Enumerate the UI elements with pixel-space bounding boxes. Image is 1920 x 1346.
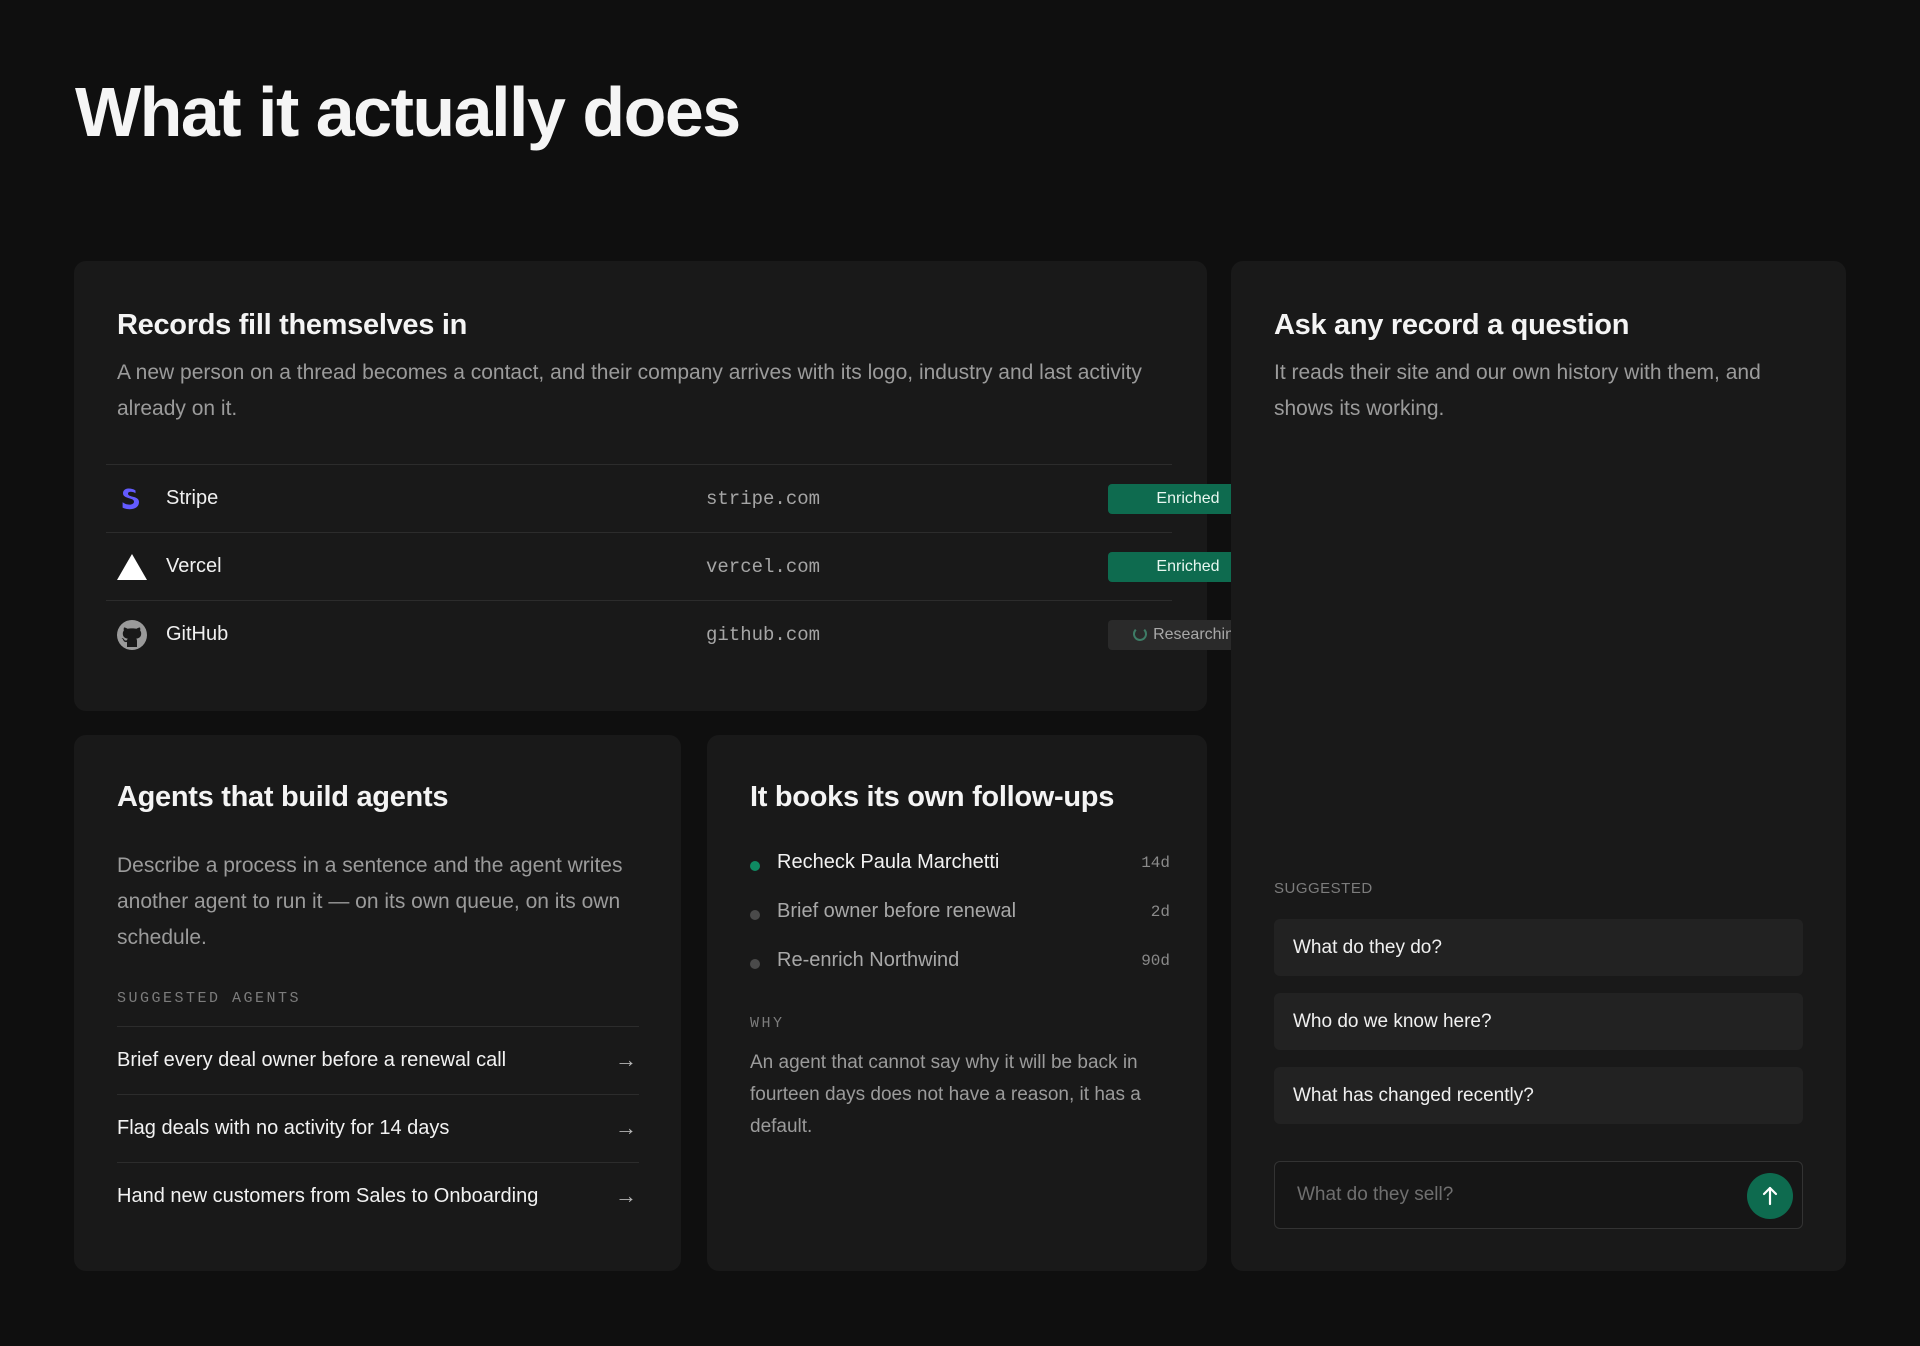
agents-card-title: Agents that build agents (117, 781, 449, 813)
record-row-github[interactable]: GitHub github.com Researching (106, 600, 1268, 668)
records-table: Stripe stripe.com Enriched Vercel vercel… (106, 464, 1268, 668)
arrow-right-icon: → (615, 1183, 637, 1208)
arrow-right-icon: → (615, 1115, 637, 1140)
ask-card-description: It reads their site and our own history … (1274, 361, 1761, 420)
followup-label: Re-enrich Northwind (777, 949, 960, 971)
followup-interval: 90d (1141, 952, 1170, 970)
github-logo-icon (116, 619, 148, 651)
record-row-stripe[interactable]: Stripe stripe.com Enriched (106, 464, 1268, 532)
suggested-agent-item[interactable]: Flag deals with no activity for 14 days … (117, 1094, 639, 1162)
record-name: GitHub (166, 623, 229, 645)
record-domain: vercel.com (706, 556, 821, 578)
ask-record-card: Ask any record a question It reads their… (1231, 261, 1846, 1271)
suggested-agent-label: Brief every deal owner before a renewal … (117, 1049, 507, 1071)
records-card-title: Records fill themselves in (117, 309, 467, 341)
ask-card-title: Ask any record a question (1274, 309, 1630, 341)
agents-card: Agents that build agents Describe a proc… (74, 735, 681, 1271)
stripe-logo-icon (116, 483, 148, 515)
followups-card: It books its own follow-ups Recheck Paul… (707, 735, 1207, 1271)
inactive-status-dot-icon (750, 959, 760, 969)
suggested-question-label: What do they do? (1293, 937, 1442, 958)
records-card: Records fill themselves in A new person … (74, 261, 1268, 711)
vercel-logo-icon (116, 551, 148, 583)
followup-interval: 2d (1150, 903, 1170, 921)
record-row-vercel[interactable]: Vercel vercel.com Enriched (106, 532, 1268, 600)
followup-item[interactable]: Brief owner before renewal 2d (750, 896, 1170, 945)
record-domain: stripe.com (706, 488, 821, 510)
record-name: Vercel (166, 555, 222, 577)
suggested-agents-label: SUGGESTED AGENTS (117, 990, 302, 1007)
ask-input-box (1274, 1161, 1803, 1229)
suggested-question-chip[interactable]: What do they do? (1274, 919, 1803, 976)
loading-spinner-icon (1133, 627, 1148, 641)
suggested-agent-item[interactable]: Hand new customers from Sales to Onboard… (117, 1162, 639, 1230)
suggested-agent-label: Hand new customers from Sales to Onboard… (117, 1185, 539, 1207)
suggested-agents-list: Brief every deal owner before a renewal … (117, 1026, 639, 1230)
suggested-agent-label: Flag deals with no activity for 14 days (117, 1117, 450, 1139)
arrow-right-icon: → (615, 1047, 637, 1072)
why-label: WHY (750, 1015, 785, 1032)
suggested-question-label: Who do we know here? (1293, 1011, 1492, 1032)
active-status-dot-icon (750, 861, 760, 871)
suggested-questions-label: SUGGESTED (1274, 880, 1373, 897)
followup-item[interactable]: Recheck Paula Marchetti 14d (750, 847, 1170, 896)
records-card-description: A new person on a thread becomes a conta… (117, 361, 1142, 420)
send-button[interactable] (1747, 1173, 1793, 1219)
inactive-status-dot-icon (750, 910, 760, 920)
suggested-question-chip[interactable]: What has changed recently? (1274, 1067, 1803, 1124)
followups-list: Recheck Paula Marchetti 14d Brief owner … (750, 847, 1170, 994)
followup-label: Brief owner before renewal (777, 900, 1017, 922)
arrow-up-icon (1762, 1186, 1778, 1206)
suggested-question-label: What has changed recently? (1293, 1085, 1534, 1106)
ask-question-input[interactable] (1275, 1162, 1735, 1228)
followups-card-title: It books its own follow-ups (750, 781, 1115, 813)
why-text: An agent that cannot say why it will be … (750, 1052, 1141, 1137)
followup-interval: 14d (1141, 854, 1170, 872)
record-name: Stripe (166, 487, 219, 509)
suggested-agent-item[interactable]: Brief every deal owner before a renewal … (117, 1026, 639, 1094)
page-title: What it actually does (75, 73, 741, 151)
followup-item[interactable]: Re-enrich Northwind 90d (750, 945, 1170, 994)
followup-label: Recheck Paula Marchetti (777, 851, 1000, 873)
status-label: Researching (1153, 626, 1243, 643)
record-domain: github.com (706, 624, 821, 646)
suggested-question-chip[interactable]: Who do we know here? (1274, 993, 1803, 1050)
agents-card-description: Describe a process in a sentence and the… (117, 854, 623, 949)
